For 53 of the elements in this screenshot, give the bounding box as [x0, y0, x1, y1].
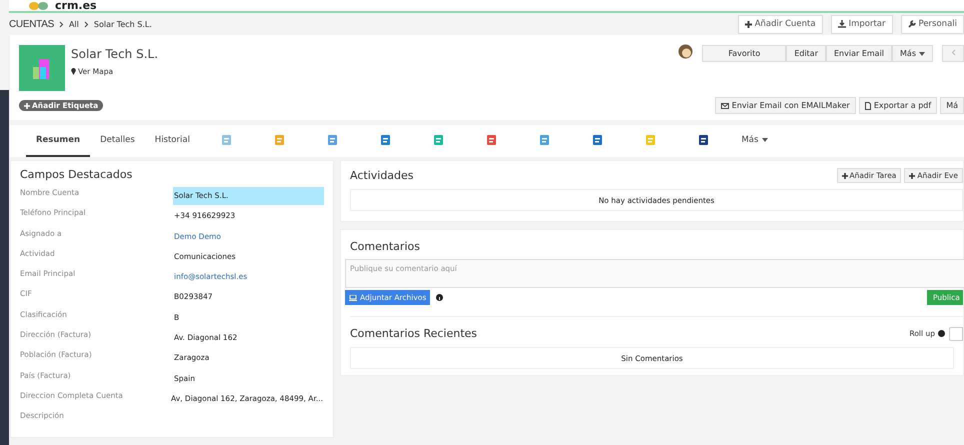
module-icon: [432, 134, 444, 146]
rollup-toggle[interactable]: [949, 326, 963, 340]
help-icon: [938, 330, 945, 337]
chevron-right-icon: [84, 20, 89, 28]
monkey-avatar-icon: [678, 44, 694, 59]
action-button[interactable]: Editar: [786, 45, 826, 62]
chevron-left-icon: [950, 49, 956, 56]
module-icon: [380, 134, 391, 146]
module-icon: [644, 134, 656, 146]
card-title: Actividades: [350, 169, 414, 182]
chevron-right-icon: [58, 20, 64, 28]
action-button[interactable]: Enviar Email con EMAILMaker: [714, 97, 856, 114]
logo-icon: [29, 2, 49, 10]
module-icon: [220, 134, 232, 146]
card-title: Campos Destacados: [20, 168, 134, 181]
module-title[interactable]: CUENTAS: [9, 18, 54, 30]
module-icon: [538, 134, 550, 146]
plus-icon: [909, 172, 916, 178]
module-icon: [326, 134, 338, 146]
wrench-icon: [908, 20, 916, 28]
tab[interactable]: Resumen: [26, 125, 90, 157]
breadcrumb-item[interactable]: Solar Tech S.L.: [94, 20, 152, 28]
logo-text: crm.es: [55, 0, 97, 11]
map-pin-icon: [71, 68, 76, 75]
toolbar-button[interactable]: Importar: [830, 14, 892, 34]
plus-icon: [744, 20, 752, 28]
toolbar-button[interactable]: Personali: [900, 14, 964, 34]
document-icon: [864, 102, 871, 110]
card-title: Comentarios Recientes: [350, 327, 478, 340]
info-icon: [436, 294, 444, 301]
module-icon: [486, 134, 497, 146]
action-button[interactable]: Favorito: [702, 45, 786, 62]
plus-icon: [842, 172, 848, 178]
module-icon: [698, 134, 709, 146]
more-tab[interactable]: Más: [730, 125, 780, 157]
caret-icon: [762, 138, 768, 142]
tab[interactable]: Detalles: [90, 125, 145, 157]
envelope-icon: [720, 102, 729, 108]
action-button[interactable]: Enviar Email: [826, 45, 892, 62]
plus-icon: [24, 102, 30, 108]
action-button[interactable]: Má: [940, 97, 964, 114]
tab[interactable]: Historial: [144, 125, 200, 157]
card-title: Comentarios: [350, 240, 421, 253]
module-icon: [274, 134, 285, 146]
caret-icon: [919, 52, 925, 56]
laptop-icon: [349, 294, 357, 300]
toolbar-button[interactable]: Añadir Cuenta: [738, 14, 823, 34]
breadcrumb-item[interactable]: All: [68, 20, 79, 28]
download-icon: [838, 20, 846, 28]
module-icon: [592, 134, 603, 146]
action-button[interactable]: Exportar a pdf: [858, 97, 938, 114]
record-name: Solar Tech S.L.: [71, 47, 158, 61]
action-button[interactable]: Más: [892, 45, 933, 62]
